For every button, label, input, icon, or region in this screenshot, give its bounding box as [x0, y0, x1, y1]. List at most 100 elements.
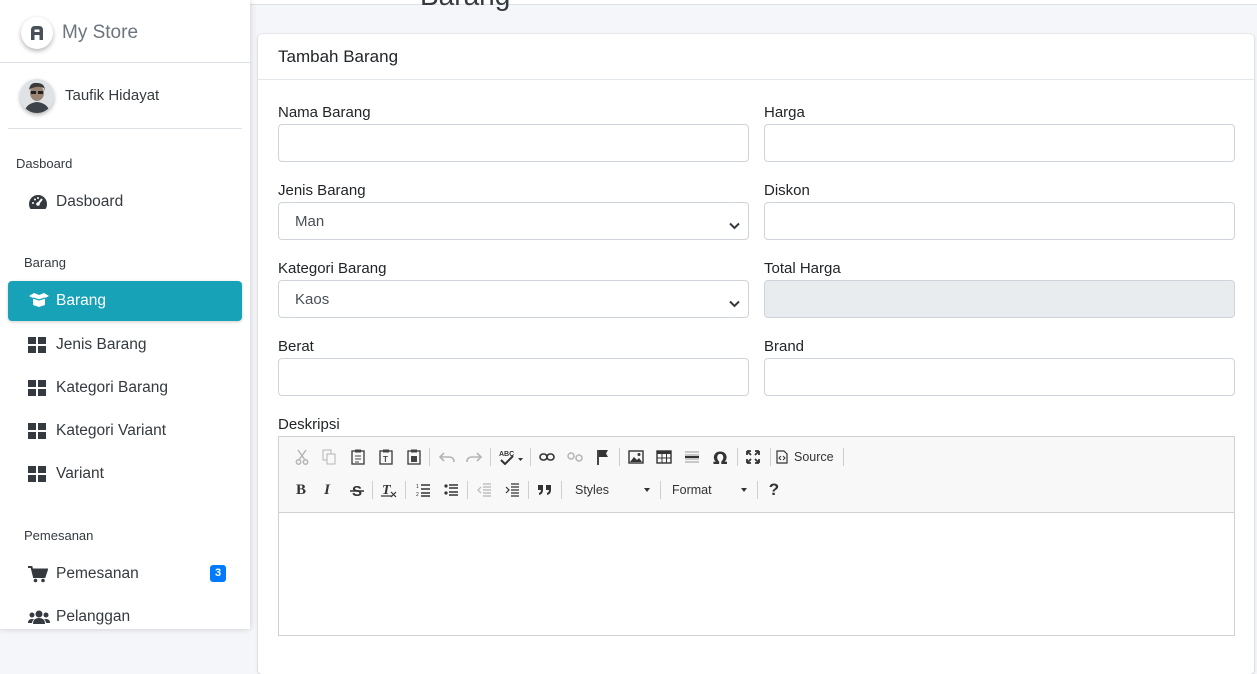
maximize-icon[interactable]: [742, 446, 764, 468]
undo-icon[interactable]: [436, 446, 458, 468]
toolbar-separator: [757, 481, 758, 499]
sidebar-item-kategori-barang[interactable]: Kategori Barang: [8, 368, 242, 408]
sidebar-item-barang[interactable]: Barang: [8, 281, 242, 321]
avatar: [20, 79, 54, 113]
sidebar-item-label: Barang: [56, 292, 106, 309]
unlink-icon[interactable]: [564, 446, 586, 468]
harga-input[interactable]: [764, 124, 1235, 162]
brand-name: My Store: [62, 22, 139, 43]
toolbar-separator: [561, 481, 562, 499]
chevron-down-icon: [741, 488, 747, 492]
kategori-barang-select[interactable]: Kaos: [278, 280, 749, 318]
berat-input[interactable]: [278, 358, 749, 396]
grid-icon: [28, 380, 48, 396]
format-dropdown[interactable]: Format: [664, 479, 752, 501]
sidebar-item-dasboard[interactable]: Dasboard: [8, 182, 242, 222]
cut-icon[interactable]: [291, 446, 313, 468]
chevron-down-icon: [729, 217, 740, 234]
nama-barang-label: Nama Barang: [278, 104, 371, 121]
jenis-barang-selected: Man: [295, 213, 325, 230]
italic-icon: I: [324, 481, 330, 498]
nav-header-dasboard: Dasboard: [16, 156, 73, 171]
svg-text:Ω: Ω: [713, 450, 727, 465]
jenis-barang-label: Jenis Barang: [278, 182, 366, 199]
source-button[interactable]: Source: [776, 446, 838, 468]
card-title: Tambah Barang: [278, 47, 399, 66]
toolbar-separator: [372, 481, 373, 499]
italic-button[interactable]: I: [316, 479, 338, 501]
remove-format-icon[interactable]: T: [378, 479, 400, 501]
toolbar-separator: [467, 481, 468, 499]
anchor-flag-icon[interactable]: [592, 446, 614, 468]
store-logo-icon: [21, 17, 53, 49]
harga-label: Harga: [764, 104, 805, 121]
sidebar-item-label: Pemesanan: [56, 565, 139, 582]
toolbar-separator: [843, 448, 844, 466]
sidebar-item-label: Variant: [56, 465, 104, 482]
redo-icon[interactable]: [463, 446, 485, 468]
brand-link[interactable]: My Store: [0, 0, 250, 63]
source-icon: [776, 450, 788, 464]
copy-icon[interactable]: [318, 446, 340, 468]
nav-header-barang: Barang: [24, 255, 66, 270]
indent-icon[interactable]: [501, 479, 523, 501]
sidebar-item-pelanggan[interactable]: Pelanggan: [8, 597, 242, 629]
bulleted-list-icon[interactable]: [440, 479, 462, 501]
help-button[interactable]: ?: [763, 479, 785, 501]
toolbar-separator: [429, 448, 430, 466]
source-label: Source: [794, 450, 834, 464]
sidebar-item-label: Dasboard: [56, 193, 124, 210]
grid-icon: [28, 466, 48, 482]
sidebar-item-label: Kategori Barang: [56, 379, 169, 396]
total-harga-input: [764, 280, 1235, 318]
blockquote-icon[interactable]: [534, 479, 556, 501]
paste-word-icon[interactable]: [403, 446, 425, 468]
grid-icon: [28, 337, 48, 353]
toolbar-separator: [619, 448, 620, 466]
sidebar-item-pemesanan[interactable]: Pemesanan 3: [8, 554, 242, 594]
table-icon[interactable]: [653, 446, 675, 468]
deskripsi-label: Deskripsi: [278, 416, 340, 433]
image-icon[interactable]: [625, 446, 647, 468]
user-name: Taufik Hidayat: [65, 87, 160, 104]
spellcheck-icon[interactable]: ABC: [497, 446, 525, 468]
strikethrough-icon[interactable]: S: [346, 479, 368, 501]
deskripsi-editor: T ABC Ω Source B I S T 12 Styles Format …: [278, 436, 1235, 636]
nama-barang-input[interactable]: [278, 124, 749, 162]
horizontal-rule-icon[interactable]: [681, 446, 703, 468]
paste-icon[interactable]: [347, 446, 369, 468]
kategori-barang-label: Kategori Barang: [278, 260, 387, 277]
sidebar: My Store Taufik Hidayat Dasboard Dasboar…: [0, 0, 250, 629]
numbered-list-icon[interactable]: 12: [412, 479, 434, 501]
berat-label: Berat: [278, 338, 314, 355]
outdent-icon[interactable]: [473, 479, 495, 501]
toolbar-separator: [405, 481, 406, 499]
bold-button[interactable]: B: [290, 479, 312, 501]
sidebar-item-variant[interactable]: Variant: [8, 454, 242, 494]
user-panel[interactable]: Taufik Hidayat: [8, 62, 242, 129]
editor-content-area[interactable]: [279, 513, 1234, 635]
special-char-icon[interactable]: Ω: [709, 446, 731, 468]
card-header: Tambah Barang: [258, 34, 1254, 80]
toolbar-separator: [660, 481, 661, 499]
jenis-barang-select[interactable]: Man: [278, 202, 749, 240]
sidebar-item-label: Kategori Variant: [56, 422, 166, 439]
brand-input[interactable]: [764, 358, 1235, 396]
paste-text-icon[interactable]: T: [375, 446, 397, 468]
svg-text:2: 2: [416, 492, 419, 497]
editor-toolbar: T ABC Ω Source B I S T 12 Styles Format …: [279, 437, 1234, 513]
box-open-icon: [28, 292, 49, 308]
sidebar-item-label: Jenis Barang: [56, 336, 147, 353]
toolbar-separator: [490, 448, 491, 466]
sidebar-item-jenis-barang[interactable]: Jenis Barang: [8, 325, 242, 365]
sidebar-item-kategori-variant[interactable]: Kategori Variant: [8, 411, 242, 451]
toolbar-separator: [528, 481, 529, 499]
styles-dropdown[interactable]: Styles: [567, 479, 655, 501]
cart-icon: [28, 566, 49, 583]
nav-header-pemesanan: Pemesanan: [24, 528, 94, 543]
svg-text:1: 1: [416, 484, 419, 490]
diskon-label: Diskon: [764, 182, 810, 199]
link-icon[interactable]: [536, 446, 558, 468]
chevron-down-icon: [644, 488, 650, 492]
diskon-input[interactable]: [764, 202, 1235, 240]
